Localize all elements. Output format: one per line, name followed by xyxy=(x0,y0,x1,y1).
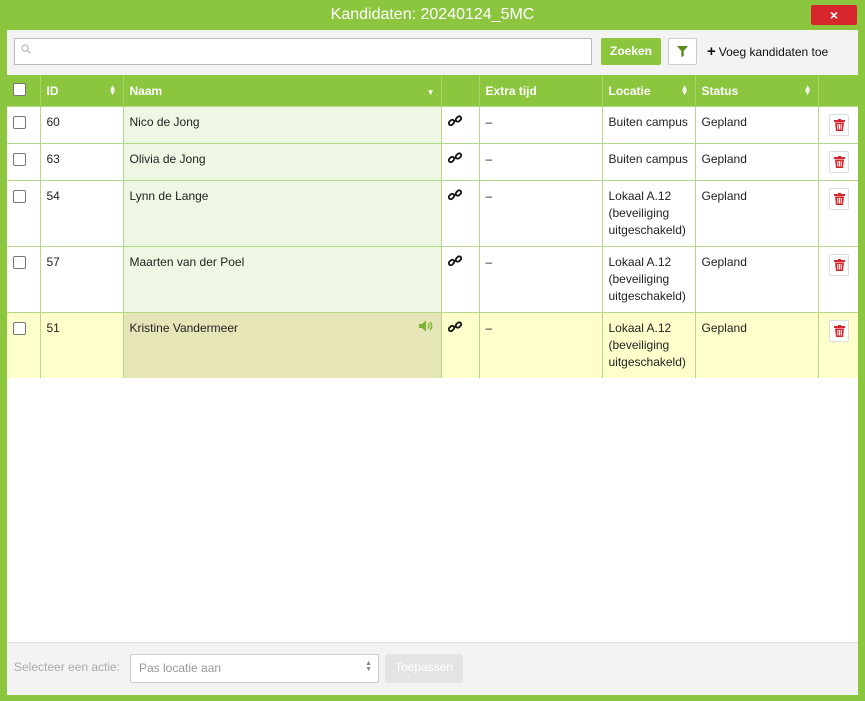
header-actions xyxy=(817,75,858,107)
row-checkbox[interactable] xyxy=(13,256,26,269)
sort-icon[interactable]: ▲ ▼ xyxy=(681,84,689,97)
row-status: Gepland xyxy=(694,246,818,313)
row-checkbox[interactable] xyxy=(13,116,26,129)
row-id: 54 xyxy=(39,180,123,247)
header-extra-tijd: Extra tijd xyxy=(478,75,602,107)
action-select[interactable]: Pas locatie aan ▲ ▼ xyxy=(130,654,379,683)
table-row[interactable]: 54 Lynn de Lange – Lokaal A.12 (beveilig… xyxy=(7,180,858,247)
header-id[interactable]: ID ▲ ▼ xyxy=(39,75,123,107)
table-header: ID ▲ ▼ Naam ▼ Extra tijd Locatie ▲ ▼ Status ▲ ▼ xyxy=(7,75,858,107)
search-box[interactable] xyxy=(14,38,592,66)
sort-icon[interactable]: ▲ ▼ xyxy=(109,84,117,97)
table-row[interactable]: 63 Olivia de Jong – Buiten campus Geplan… xyxy=(7,143,858,181)
row-checkbox[interactable] xyxy=(13,190,26,203)
header-status[interactable]: Status ▲ ▼ xyxy=(694,75,818,107)
row-checkbox[interactable] xyxy=(13,322,26,335)
header-locatie-label: Locatie xyxy=(608,83,651,98)
trash-icon xyxy=(833,325,845,337)
action-label: Selecteer een actie: xyxy=(14,660,121,674)
select-arrows-icon: ▲ ▼ xyxy=(365,660,372,673)
row-id: 60 xyxy=(39,106,123,144)
action-select-value: Pas locatie aan xyxy=(139,661,222,675)
sort-desc-icon[interactable]: ▼ xyxy=(427,88,435,97)
delete-button[interactable] xyxy=(828,254,849,276)
select-all-checkbox[interactable] xyxy=(13,82,26,96)
table-row[interactable]: 57 Maarten van der Poel – Lokaal A.12 (b… xyxy=(7,246,858,313)
add-candidates-button[interactable]: + Voeg kandidaten toe xyxy=(707,38,847,65)
row-extra-time: – xyxy=(478,246,602,313)
link-icon[interactable] xyxy=(447,151,462,165)
row-extra-time: – xyxy=(478,106,602,144)
row-status: Gepland xyxy=(694,180,818,247)
row-location: Buiten campus xyxy=(601,143,695,181)
header-link xyxy=(440,75,479,107)
filter-icon xyxy=(677,46,688,57)
header-naam-label: Naam xyxy=(129,83,163,98)
table-row[interactable]: 60 Nico de Jong – Buiten campus Gepland xyxy=(7,106,858,144)
header-status-label: Status xyxy=(701,83,739,98)
candidates-table: ID ▲ ▼ Naam ▼ Extra tijd Locatie ▲ ▼ Status ▲ ▼… xyxy=(7,75,858,378)
header-id-label: ID xyxy=(46,83,59,98)
add-candidates-label: Voeg kandidaten toe xyxy=(718,45,829,59)
plus-icon: + xyxy=(707,43,716,60)
filter-button[interactable] xyxy=(668,38,697,65)
sort-icon[interactable]: ▲ ▼ xyxy=(804,84,812,97)
speaker-icon[interactable] xyxy=(418,320,435,332)
row-name: Kristine Vandermeer xyxy=(129,321,239,335)
row-name: Nico de Jong xyxy=(122,106,441,144)
row-name: Lynn de Lange xyxy=(122,180,441,247)
row-name: Maarten van der Poel xyxy=(122,246,441,313)
search-input[interactable] xyxy=(39,39,591,66)
link-icon[interactable] xyxy=(447,254,462,268)
row-extra-time: – xyxy=(478,180,602,247)
header-locatie[interactable]: Locatie ▲ ▼ xyxy=(601,75,695,107)
row-extra-time: – xyxy=(478,312,602,378)
row-checkbox[interactable] xyxy=(13,153,26,166)
row-extra-time: – xyxy=(478,143,602,181)
row-location: Lokaal A.12 (beveiliging uitgeschakeld) xyxy=(601,312,695,378)
row-location: Lokaal A.12 (beveiliging uitgeschakeld) xyxy=(601,180,695,247)
candidates-panel: Zoeken + Voeg kandidaten toe ID ▲ ▼ Naam ▼ E… xyxy=(7,30,858,695)
close-button[interactable]: × xyxy=(811,5,857,25)
row-name-cell: Kristine Vandermeer xyxy=(122,312,441,378)
search-icon xyxy=(21,44,31,54)
delete-button[interactable] xyxy=(828,188,849,210)
link-icon[interactable] xyxy=(447,114,462,128)
delete-button[interactable] xyxy=(828,114,849,136)
search-button[interactable]: Zoeken xyxy=(601,38,661,65)
link-icon[interactable] xyxy=(447,320,462,334)
trash-icon xyxy=(833,119,845,131)
toolbar: Zoeken + Voeg kandidaten toe xyxy=(7,30,858,75)
title-bar: Kandidaten: 20240124_5MC × xyxy=(0,0,865,30)
header-naam[interactable]: Naam ▼ xyxy=(122,75,441,107)
row-id: 63 xyxy=(39,143,123,181)
row-location: Buiten campus xyxy=(601,106,695,144)
row-location: Lokaal A.12 (beveiliging uitgeschakeld) xyxy=(601,246,695,313)
trash-icon xyxy=(833,259,845,271)
row-status: Gepland xyxy=(694,106,818,144)
row-id: 51 xyxy=(39,312,123,378)
row-name: Olivia de Jong xyxy=(122,143,441,181)
link-icon[interactable] xyxy=(447,188,462,202)
trash-icon xyxy=(833,193,845,205)
action-footer: Selecteer een actie: Pas locatie aan ▲ ▼ T… xyxy=(7,642,858,695)
row-id: 57 xyxy=(39,246,123,313)
header-extra-tijd-label: Extra tijd xyxy=(485,83,537,98)
header-select-all[interactable] xyxy=(7,75,40,107)
delete-button[interactable] xyxy=(828,151,849,173)
trash-icon xyxy=(833,156,845,168)
table-row[interactable]: 51 Kristine Vandermeer – Lokaal A.12 (be… xyxy=(7,312,858,378)
delete-button[interactable] xyxy=(828,320,849,342)
window-title: Kandidaten: 20240124_5MC xyxy=(330,6,535,23)
close-icon[interactable]: × xyxy=(830,7,838,23)
apply-button[interactable]: Toepassen xyxy=(385,654,463,683)
row-status: Gepland xyxy=(694,312,818,378)
row-status: Gepland xyxy=(694,143,818,181)
